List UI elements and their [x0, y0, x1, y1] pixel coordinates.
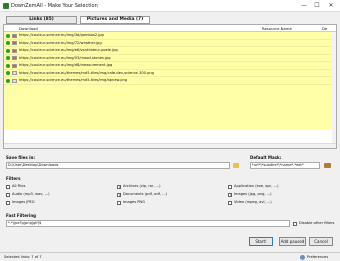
row-url: https://couleur-science.eu/img/d8/measur… [19, 63, 113, 67]
gear-icon[interactable] [300, 254, 305, 260]
table-row[interactable]: https://couleur-science.eu/img/3d/gombos… [4, 32, 336, 40]
filters-label: Filters [6, 176, 21, 181]
download-list: Download Resource Name De https://couleu… [3, 24, 337, 149]
status-bar: Selected links: 7 of 7 Preferences [0, 252, 340, 261]
filter-label: Images PNG [123, 200, 145, 204]
checked-icon[interactable] [6, 56, 10, 60]
list-rows: https://couleur-science.eu/img/3d/gombos… [4, 32, 336, 130]
folder-icon[interactable] [233, 163, 239, 168]
list-header: Download Resource Name De [4, 25, 336, 32]
preferences-link[interactable]: Preferences [307, 253, 328, 261]
row-url: https://couleur-science.eu/img/72/weathe… [19, 40, 102, 45]
filter-label: Images (jpg, png, ...) [234, 192, 272, 196]
table-row[interactable]: https://couleur-science.eu/themes/md5-ti… [4, 69, 336, 77]
row-url: https://couleur-science.eu/themes/md5-ti… [19, 78, 128, 82]
file-icon [12, 56, 17, 60]
empty-row [4, 122, 336, 130]
tab-pictures-media[interactable]: Pictures and Media (7) [80, 16, 150, 24]
minimize-button[interactable]: — [300, 2, 308, 10]
checked-icon[interactable] [6, 71, 10, 75]
checked-icon[interactable] [6, 48, 10, 53]
add-paused-button[interactable]: Add paused [279, 237, 306, 246]
row-url: https://couleur-science.eu/img/03/mood-s… [19, 55, 111, 60]
file-icon [12, 63, 17, 68]
filter-checkbox[interactable] [228, 192, 233, 197]
filter-checkbox[interactable] [228, 184, 232, 189]
disable-other-filters-checkbox[interactable] [293, 221, 297, 226]
file-icon [12, 48, 17, 53]
horizontal-scrollbar[interactable] [4, 143, 336, 148]
filter-checkbox[interactable] [6, 200, 10, 205]
title-bar: DownZemAll - Make Your Selection — ☐ ✕ [0, 0, 340, 12]
vertical-scrollbar[interactable] [332, 32, 336, 145]
filter-label: Documents (pdf, odf, ...) [123, 192, 168, 196]
filter-checkbox[interactable] [6, 184, 10, 189]
default-mask-label: Default Mask: [250, 155, 282, 160]
empty-row [4, 92, 336, 100]
filter-checkbox[interactable] [117, 192, 122, 197]
column-resource-name[interactable]: Resource Name [262, 25, 292, 32]
save-path-input[interactable]: D:\User\Desktop\Downloads [6, 162, 230, 169]
empty-row [4, 84, 336, 92]
empty-row [4, 99, 336, 107]
table-row[interactable]: https://couleur-science.eu/img/e6/ventil… [4, 47, 336, 55]
file-icon [12, 78, 17, 83]
close-button[interactable]: ✕ [327, 2, 335, 10]
empty-row [4, 114, 336, 122]
table-row[interactable]: https://couleur-science.eu/img/03/mood-s… [4, 54, 336, 62]
window-title: DownZemAll - Make Your Selection [11, 3, 98, 9]
row-url: https://couleur-science.eu/themes/md5-ti… [19, 70, 154, 75]
filter-checkbox[interactable] [228, 200, 232, 205]
column-download[interactable]: Download [19, 25, 38, 32]
start-button[interactable]: Start! [249, 237, 273, 246]
checked-icon[interactable] [6, 78, 10, 83]
selected-count: Selected links: 7 of 7 [4, 255, 42, 259]
row-url: https://couleur-science.eu/img/3d/gombos… [19, 33, 104, 37]
tag-icon[interactable] [324, 163, 331, 168]
empty-row [4, 107, 336, 115]
filter-checkbox[interactable] [117, 184, 122, 189]
filter-label: All Files [12, 184, 26, 188]
save-files-label: Save files in: [6, 155, 35, 160]
mask-input[interactable]: *url*\*subdirs*\*name*.*ext* [250, 162, 320, 169]
file-icon [12, 41, 17, 45]
filter-checkbox[interactable] [117, 200, 121, 205]
filter-label: Audio (mp3, wav, ...) [12, 192, 50, 196]
cancel-button[interactable]: Cancel [309, 237, 333, 246]
tab-links[interactable]: Links (85) [6, 16, 77, 24]
table-row[interactable]: https://couleur-science.eu/themes/md5-ti… [4, 77, 336, 85]
checked-icon[interactable] [6, 41, 10, 45]
row-url: https://couleur-science.eu/img/e6/ventil… [19, 48, 118, 52]
disable-other-filters-label: Disable other filters [299, 221, 335, 225]
table-row[interactable]: https://couleur-science.eu/img/72/weathe… [4, 39, 336, 47]
file-icon [12, 33, 17, 38]
maximize-button[interactable]: ☐ [313, 2, 321, 10]
checked-icon[interactable] [6, 33, 10, 38]
app-icon [3, 3, 9, 9]
fast-filtering-label: Fast Filtering [6, 213, 37, 218]
fast-filter-input[interactable]: *.*(jpe?g|png|gif)$ [6, 220, 290, 227]
checked-icon[interactable] [6, 63, 10, 68]
column-description[interactable]: De [322, 25, 327, 32]
filter-label: Application (exe, spc, ...) [234, 184, 279, 188]
filter-label: Images JPEG [12, 200, 35, 204]
filter-label: Archives (zip, rar, ...) [123, 184, 161, 188]
file-icon [12, 71, 17, 75]
filter-checkbox[interactable] [6, 192, 10, 197]
table-row[interactable]: https://couleur-science.eu/img/d8/measur… [4, 62, 336, 70]
filter-label: Video (mpeg, avi, ...) [234, 200, 272, 204]
